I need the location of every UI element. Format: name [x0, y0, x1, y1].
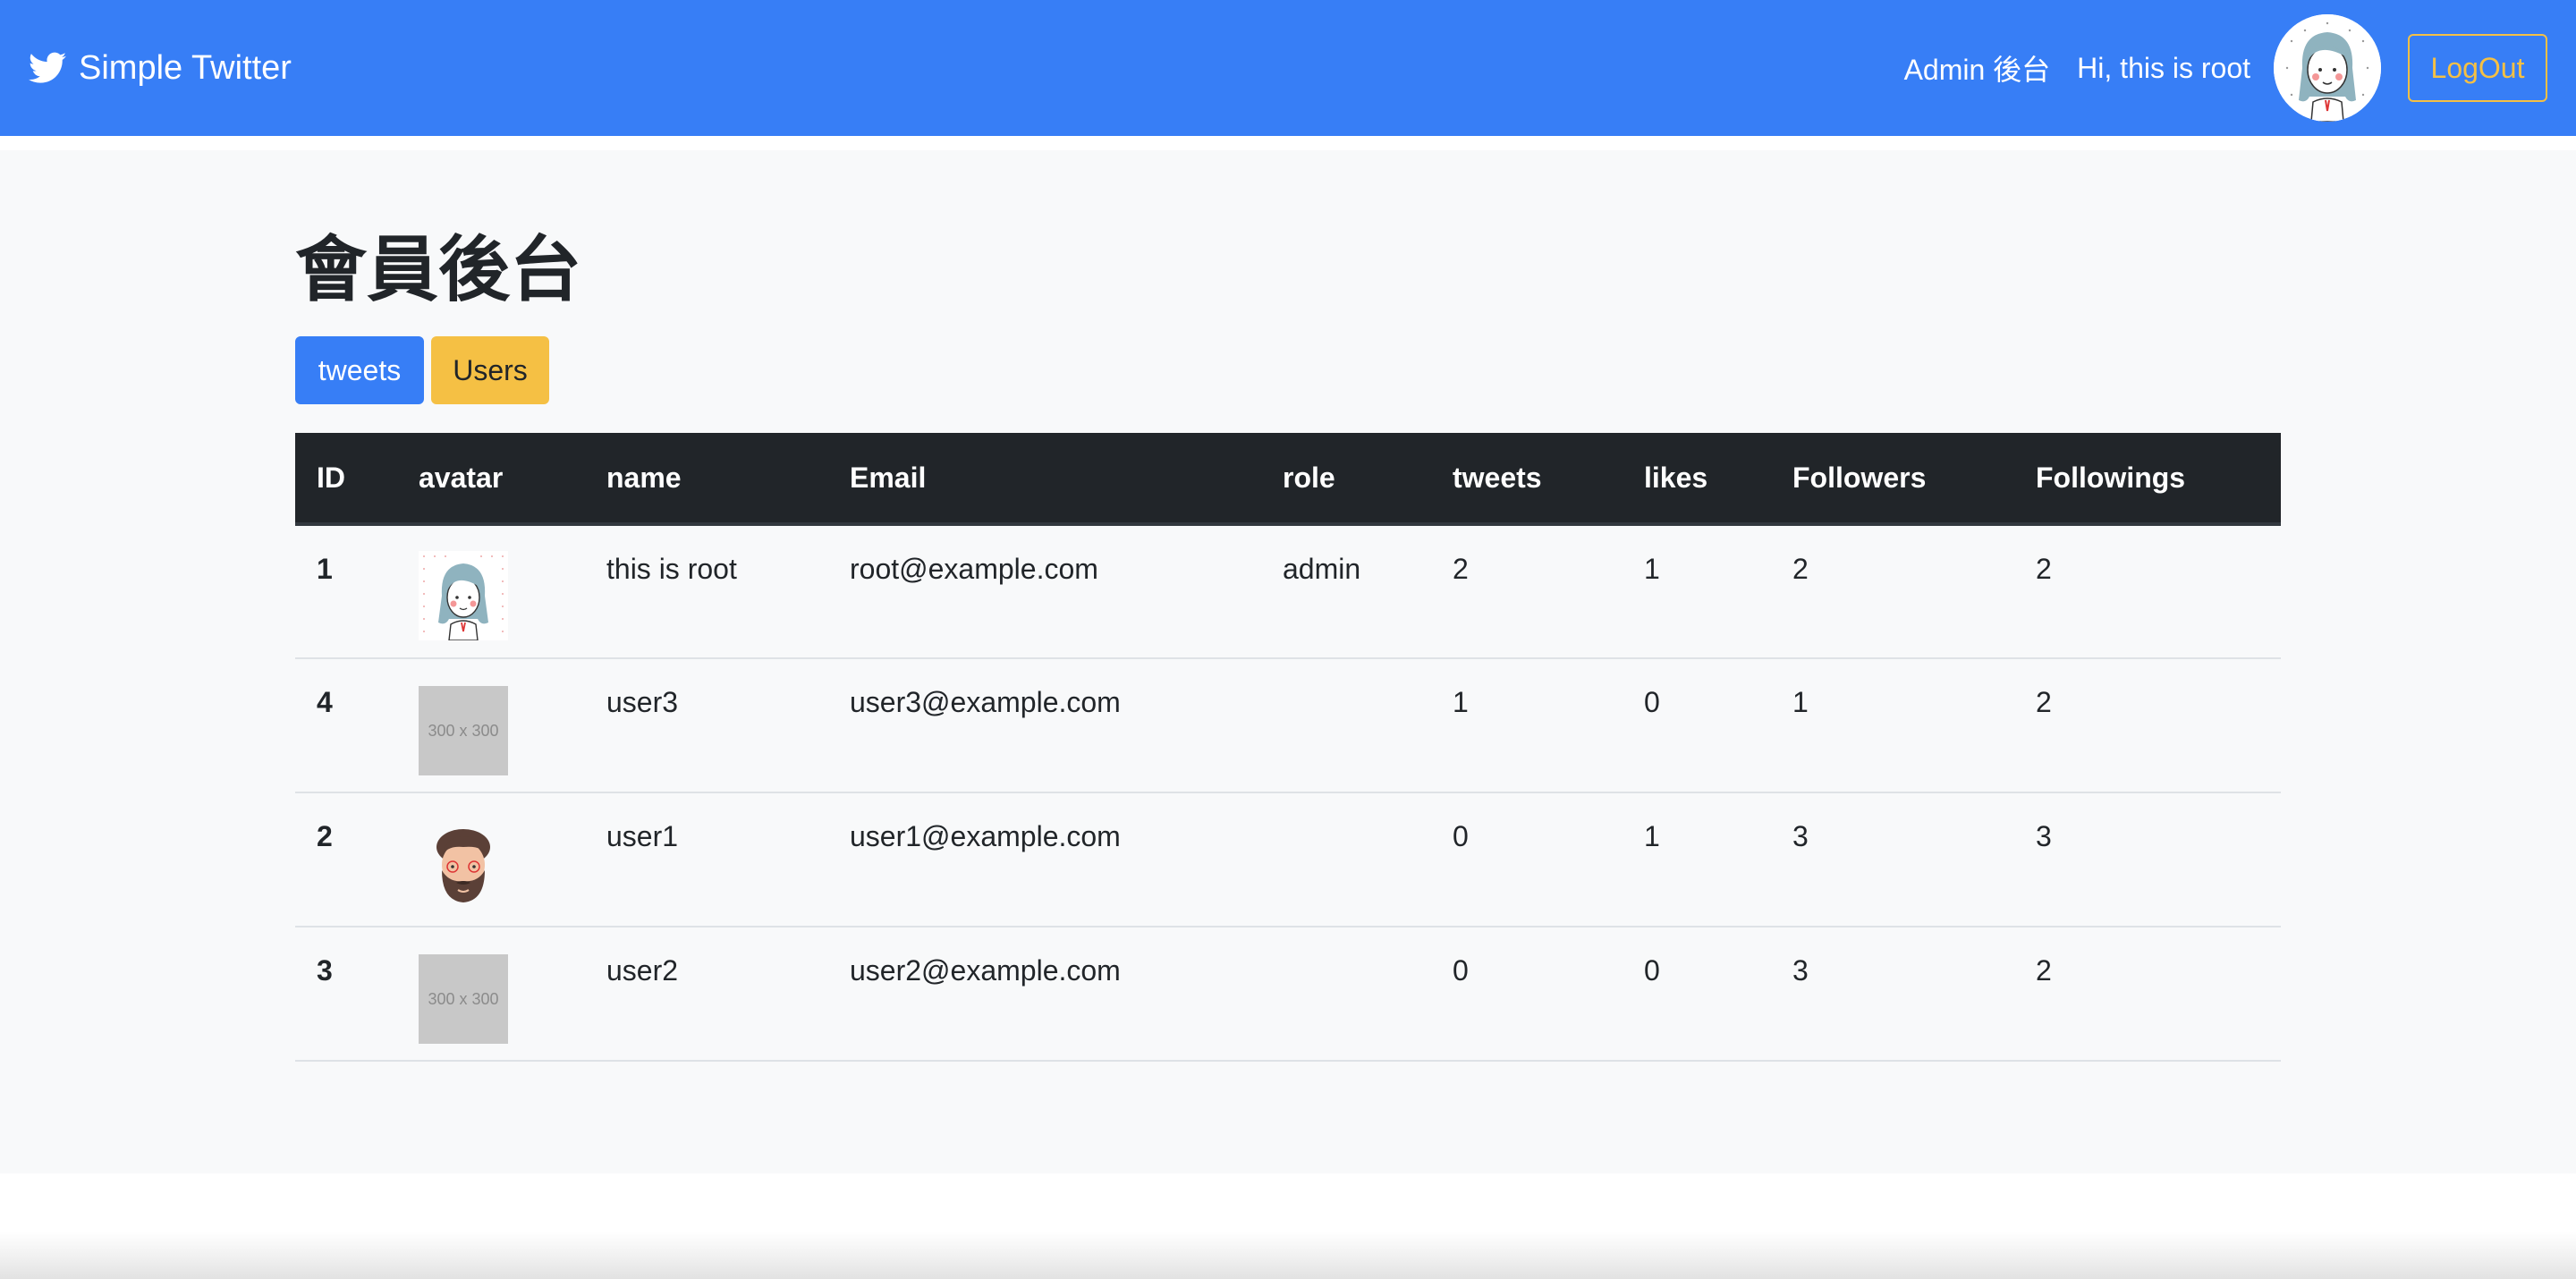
table-row: 2 user1 user1@example.com 0 1 3 3 [295, 792, 2281, 927]
brand-name: Simple Twitter [79, 48, 292, 87]
cell-likes: 0 [1644, 686, 1660, 718]
admin-tabs: tweets Users [295, 336, 549, 404]
column-header-likes: likes [1623, 433, 1771, 526]
table-header-row: ID avatar name Email role tweets likes F… [295, 433, 2281, 526]
cell-id: 1 [317, 553, 333, 585]
cell-followings: 2 [2036, 686, 2052, 718]
navbar: Simple Twitter Admin 後台 Hi, this is root [0, 0, 2576, 136]
cell-followers: 2 [1792, 553, 1809, 585]
users-table: ID avatar name Email role tweets likes F… [295, 433, 2281, 1062]
cell-likes: 0 [1644, 954, 1660, 987]
user-avatar[interactable] [2274, 14, 2381, 122]
cell-tweets: 0 [1453, 954, 1469, 987]
girl-avatar-icon [2274, 14, 2381, 122]
cell-likes: 1 [1644, 553, 1660, 585]
cell-followers: 3 [1792, 820, 1809, 852]
column-header-email: Email [828, 433, 1261, 526]
cell-role [1261, 927, 1431, 1061]
column-header-id: ID [295, 433, 397, 526]
placeholder-avatar-icon[interactable]: 300 x 300 [419, 686, 508, 775]
brand-link[interactable]: Simple Twitter [29, 49, 292, 88]
cell-id: 4 [317, 686, 333, 718]
girl-avatar-icon[interactable] [419, 551, 508, 640]
cell-role [1261, 658, 1431, 792]
cell-email: root@example.com [850, 553, 1098, 585]
cell-avatar: 300 x 300 [397, 658, 585, 792]
admin-link[interactable]: Admin 後台 [1904, 47, 2051, 89]
footer [0, 1173, 2576, 1279]
tab-users[interactable]: Users [431, 336, 549, 404]
cell-avatar: 300 x 300 [397, 927, 585, 1061]
cell-followings: 2 [2036, 553, 2052, 585]
page-title: 會員後台 [295, 230, 581, 309]
cell-followings: 3 [2036, 820, 2052, 852]
column-header-role: role [1261, 433, 1431, 526]
column-header-name: name [585, 433, 828, 526]
column-header-followers: Followers [1771, 433, 2014, 526]
twitter-bird-icon [29, 52, 66, 84]
placeholder-avatar-icon[interactable]: 300 x 300 [419, 954, 508, 1044]
cell-followings: 2 [2036, 954, 2052, 987]
cell-id: 2 [317, 820, 333, 852]
table-row: 4 300 x 300 user3 user3@example.com 1 0 … [295, 658, 2281, 792]
tab-tweets[interactable]: tweets [295, 336, 424, 404]
table-row: 1 this is root root@example.com admin 2 … [295, 524, 2281, 658]
column-header-followings: Followings [2014, 433, 2281, 526]
cell-tweets: 2 [1453, 553, 1469, 585]
cell-email: user2@example.com [850, 954, 1121, 987]
main-content: 會員後台 tweets Users ID avatar name Email r… [0, 150, 2576, 1173]
cell-name: user1 [606, 820, 679, 852]
cell-followers: 3 [1792, 954, 1809, 987]
users-table-wrapper: ID avatar name Email role tweets likes F… [295, 433, 2281, 1062]
navbar-right: Admin 後台 Hi, this is root LogOut [1904, 14, 2547, 122]
cell-email: user3@example.com [850, 686, 1121, 718]
cell-tweets: 0 [1453, 820, 1469, 852]
cell-id: 3 [317, 954, 333, 987]
table-row: 3 300 x 300 user2 user2@example.com 0 0 … [295, 927, 2281, 1061]
column-header-tweets: tweets [1431, 433, 1623, 526]
logout-button[interactable]: LogOut [2408, 34, 2547, 102]
cell-name: this is root [606, 553, 737, 585]
cell-followers: 1 [1792, 686, 1809, 718]
cell-email: user1@example.com [850, 820, 1121, 852]
cell-tweets: 1 [1453, 686, 1469, 718]
cell-role [1261, 792, 1431, 927]
column-header-avatar: avatar [397, 433, 585, 526]
cell-name: user3 [606, 686, 679, 718]
cell-role: admin [1283, 553, 1361, 585]
user-greeting-link[interactable]: Hi, this is root [2077, 52, 2250, 85]
cell-avatar [397, 792, 585, 927]
bearded-man-avatar-icon[interactable] [419, 818, 508, 908]
cell-name: user2 [606, 954, 679, 987]
cell-likes: 1 [1644, 820, 1660, 852]
cell-avatar [397, 524, 585, 658]
